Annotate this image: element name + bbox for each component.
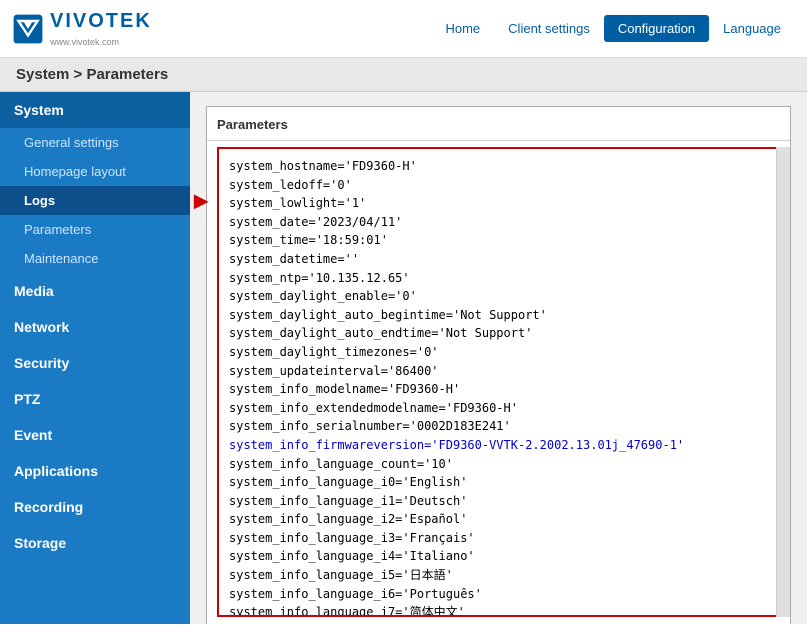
sidebar-section-security[interactable]: Security (0, 345, 190, 381)
sidebar-item-parameters[interactable]: Parameters (0, 215, 190, 244)
param-line: system_daylight_timezones='0' (229, 343, 768, 362)
param-line: system_daylight_auto_begintime='Not Supp… (229, 306, 768, 325)
param-line: system_info_language_i4='Italiano' (229, 547, 768, 566)
nav-language[interactable]: Language (709, 15, 795, 42)
param-line: system_info_language_i0='English' (229, 473, 768, 492)
param-line: system_daylight_enable='0' (229, 287, 768, 306)
param-line: system_info_language_i7='简体中文' (229, 603, 768, 617)
main-layout: System General settings Homepage layout … (0, 92, 807, 624)
param-line: system_ntp='10.135.12.65' (229, 269, 768, 288)
sidebar-item-logs[interactable]: Logs ▶ (0, 186, 190, 215)
logo-title: VIVOTEK (50, 10, 152, 32)
logs-arrow: ▶ (194, 190, 208, 211)
sidebar-section-ptz[interactable]: PTZ (0, 381, 190, 417)
param-line: system_info_language_i6='Português' (229, 585, 768, 604)
sidebar-item-homepage-layout[interactable]: Homepage layout (0, 157, 190, 186)
param-line: system_info_language_i1='Deutsch' (229, 492, 768, 511)
sidebar-section-recording[interactable]: Recording (0, 489, 190, 525)
param-line: system_info_serialnumber='0002D183E241' (229, 417, 768, 436)
sidebar-section-applications[interactable]: Applications (0, 453, 190, 489)
param-line: system_info_language_count='10' (229, 455, 768, 474)
param-line: system_time='18:59:01' (229, 231, 768, 250)
sidebar-section-storage[interactable]: Storage (0, 525, 190, 561)
sidebar-section-media[interactable]: Media (0, 273, 190, 309)
nav-client-settings[interactable]: Client settings (494, 15, 604, 42)
sidebar-item-maintenance[interactable]: Maintenance (0, 244, 190, 273)
param-line: system_info_firmwareversion='FD9360-VVTK… (229, 436, 768, 455)
content-area: Parameters system_hostname='FD9360-H'sys… (190, 92, 807, 624)
params-box: Parameters system_hostname='FD9360-H'sys… (206, 106, 791, 624)
logo-area: VIVOTEK www.vivotek.com (12, 10, 152, 48)
param-line: system_datetime='' (229, 250, 768, 269)
param-line: system_info_language_i3='Français' (229, 529, 768, 548)
page-title: System > Parameters (16, 66, 168, 83)
param-line: system_info_language_i5='日本語' (229, 566, 768, 585)
sidebar-section-event[interactable]: Event (0, 417, 190, 453)
vivotek-logo-icon (12, 13, 44, 45)
params-section-title: Parameters (207, 117, 790, 141)
sidebar-item-general-settings[interactable]: General settings (0, 128, 190, 157)
param-line: system_ledoff='0' (229, 176, 768, 195)
param-line: system_info_modelname='FD9360-H' (229, 380, 768, 399)
params-content[interactable]: system_hostname='FD9360-H'system_ledoff=… (217, 147, 780, 617)
param-line: system_info_language_i2='Español' (229, 510, 768, 529)
sidebar-section-network[interactable]: Network (0, 309, 190, 345)
logo-text-area: VIVOTEK www.vivotek.com (50, 10, 152, 48)
sidebar-section-system[interactable]: System (0, 92, 190, 128)
header: VIVOTEK www.vivotek.com Home Client sett… (0, 0, 807, 58)
nav-home[interactable]: Home (431, 15, 494, 42)
param-line: system_info_extendedmodelname='FD9360-H' (229, 399, 768, 418)
param-line: system_daylight_auto_endtime='Not Suppor… (229, 324, 768, 343)
nav-configuration[interactable]: Configuration (604, 15, 709, 42)
param-line: system_lowlight='1' (229, 194, 768, 213)
param-line: system_date='2023/04/11' (229, 213, 768, 232)
param-line: system_updateinterval='86400' (229, 362, 768, 381)
scrollbar[interactable] (776, 147, 790, 617)
param-line: system_hostname='FD9360-H' (229, 157, 768, 176)
logo-subtitle: www.vivotek.com (50, 37, 119, 47)
sidebar: System General settings Homepage layout … (0, 92, 190, 624)
page-title-bar: System > Parameters (0, 58, 807, 92)
nav-links: Home Client settings Configuration Langu… (431, 15, 795, 42)
